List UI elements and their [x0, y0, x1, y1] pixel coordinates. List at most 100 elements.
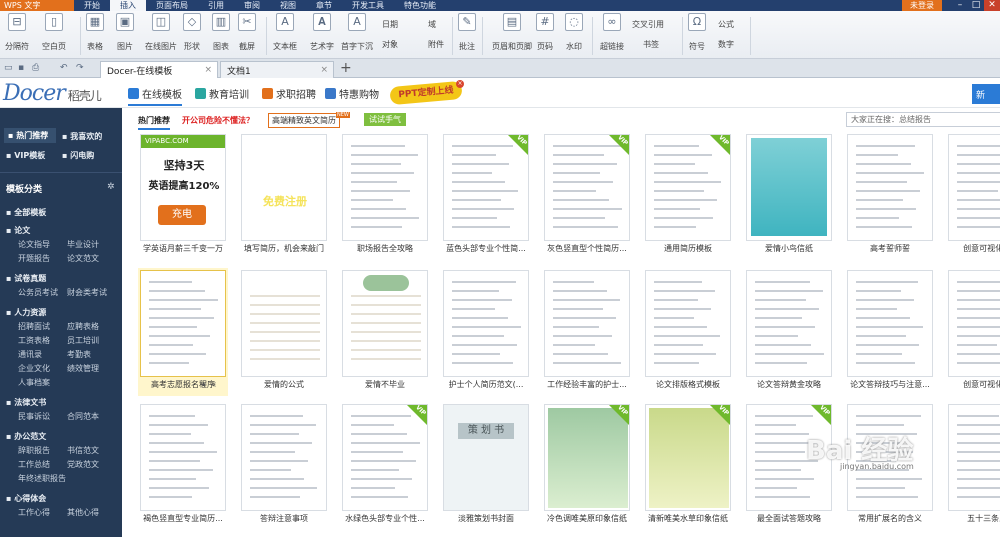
save-icon[interactable]: ▪ — [18, 63, 24, 73]
template-thumbnail[interactable] — [948, 404, 1000, 511]
template-card[interactable]: 创意可视化简... — [948, 270, 1000, 391]
field-button[interactable]: 域 — [428, 19, 436, 30]
sidebar-subitem[interactable]: 其他心得 — [67, 507, 99, 518]
picture-button[interactable]: ▣ 图片 — [116, 13, 134, 52]
template-card[interactable]: 高考誓师誓 — [847, 134, 933, 255]
template-card[interactable]: 论文答辩技巧与注意... — [847, 270, 933, 391]
template-thumbnail[interactable] — [948, 134, 1000, 241]
sidebar-group-title[interactable]: ▪ 办公范文 — [6, 431, 46, 442]
template-card[interactable]: VIP 冷色调唯美原印象信纸 — [544, 404, 630, 525]
template-title[interactable]: 爱情的公式 — [237, 379, 331, 390]
shapes-button[interactable]: ◇ 形状 — [183, 13, 201, 52]
template-card[interactable]: 职场报告全攻略 — [342, 134, 428, 255]
template-thumbnail[interactable] — [241, 270, 327, 377]
template-card[interactable]: 答辩注意事项 — [241, 404, 327, 525]
ppt-custom-badge[interactable]: PPT定制上线 — [389, 80, 463, 106]
tab-education[interactable]: 教育培训 — [195, 86, 249, 101]
template-thumbnail[interactable]: 抢好工作~ 免费注册 Go — [241, 134, 327, 241]
template-thumbnail[interactable]: VIP — [645, 134, 731, 241]
template-title[interactable]: 最全面试答题攻略 — [742, 513, 836, 524]
template-card[interactable]: VIP 蓝色头部专业个性简... — [443, 134, 529, 255]
hyperlink-button[interactable]: ∞ 超链接 — [600, 13, 624, 52]
tab-close-icon[interactable]: × — [204, 65, 212, 75]
template-title[interactable]: 填写简历，机会来敲门 — [237, 243, 331, 254]
tab-shopping[interactable]: 特惠购物 — [325, 86, 379, 101]
sidebar-subitem[interactable]: 工作总结 — [18, 459, 50, 470]
menu-tab-8[interactable]: 特色功能 — [394, 0, 446, 11]
template-thumbnail[interactable] — [847, 134, 933, 241]
date-button[interactable]: 日期 — [382, 19, 398, 30]
template-title[interactable]: 常用扩展名的含义 — [843, 513, 937, 524]
menu-tab-3[interactable]: 引用 — [198, 0, 234, 11]
wps-menu-button[interactable]: WPS 文字 — [0, 0, 74, 11]
formula-button[interactable]: 公式 — [718, 19, 734, 30]
sidebar-item-favorites[interactable]: ▪ 我喜欢的 — [62, 131, 102, 142]
template-thumbnail[interactable] — [342, 134, 428, 241]
template-title[interactable]: 高考誓师誓 — [843, 243, 937, 254]
menu-tab-5[interactable]: 视图 — [270, 0, 306, 11]
bookmark-button[interactable]: 书签 — [643, 39, 659, 50]
print-icon[interactable]: ⎙ — [32, 63, 39, 73]
template-card[interactable]: 工作经验丰富的护士... — [544, 270, 630, 391]
template-card[interactable]: 爱情的公式 — [241, 270, 327, 391]
sidebar-subitem[interactable]: 辞职报告 — [18, 445, 50, 456]
textbox-button[interactable]: A 文本框 — [273, 13, 297, 52]
menu-tab-6[interactable]: 章节 — [306, 0, 342, 11]
header-footer-button[interactable]: ▤ 页眉和页脚 — [492, 13, 532, 52]
template-title[interactable]: 五十三条人... — [944, 513, 1000, 524]
sidebar-group-title[interactable]: ▪ 人力资源 — [6, 307, 46, 318]
template-title[interactable]: 冷色调唯美原印象信纸 — [540, 513, 634, 524]
sidebar-subitem[interactable]: 论文指导 — [18, 239, 50, 250]
sidebar-subitem[interactable]: 绩效管理 — [67, 363, 99, 374]
folder-icon[interactable]: ▭ — [4, 63, 13, 73]
tab-docer[interactable]: Docer-在线模板 × — [100, 61, 218, 78]
sidebar-item-all[interactable]: ▪ 全部模板 — [6, 207, 46, 218]
template-title[interactable]: 通用简历模板 — [641, 243, 735, 254]
sidebar-subitem[interactable]: 应聘表格 — [67, 321, 99, 332]
tab-close-icon[interactable]: × — [320, 65, 328, 75]
template-title[interactable]: 蓝色头部专业个性简... — [439, 243, 533, 254]
template-title[interactable]: 创意可视化简... — [944, 379, 1000, 390]
template-thumbnail[interactable] — [746, 270, 832, 377]
sidebar-item-flash[interactable]: ▪ 闪电购 — [62, 150, 94, 161]
sidebar-group-title[interactable]: ▪ 心得体会 — [6, 493, 46, 504]
english-resume-link[interactable]: 高端精致英文简历 — [268, 113, 340, 128]
sidebar-subitem[interactable]: 年终述职报告 — [18, 473, 66, 484]
template-card[interactable]: VIP 灰色竖直型个性简历... — [544, 134, 630, 255]
hot-recommend-link[interactable]: 热门推荐 — [138, 115, 170, 130]
wordart-button[interactable]: 𝐀 艺术字 — [310, 13, 334, 52]
watermark-button[interactable]: ◌ 水印 — [565, 13, 583, 52]
template-title[interactable]: 答辩注意事项 — [237, 513, 331, 524]
share-icon[interactable]: ⋖ — [210, 380, 217, 389]
template-title[interactable]: 水绿色头部专业个性... — [338, 513, 432, 524]
sidebar-subitem[interactable]: 公务员考试 — [18, 287, 58, 298]
template-thumbnail[interactable] — [140, 270, 226, 377]
template-thumbnail[interactable]: VIP — [544, 134, 630, 241]
star-icon[interactable]: ★ — [200, 380, 207, 389]
table-button[interactable]: ▦ 表格 — [86, 13, 104, 52]
sidebar-subitem[interactable]: 工作心得 — [18, 507, 50, 518]
sidebar-subitem[interactable]: 党政范文 — [67, 459, 99, 470]
menu-tab-7[interactable]: 开发工具 — [342, 0, 394, 11]
sidebar-subitem[interactable]: 通讯录 — [18, 349, 42, 360]
sidebar-subitem[interactable]: 企业文化 — [18, 363, 50, 374]
template-title[interactable]: 褐色竖直型专业简历... — [136, 513, 230, 524]
template-card[interactable]: 褐色竖直型专业简历... — [140, 404, 226, 525]
template-card[interactable]: 论文排版格式模板 — [645, 270, 731, 391]
sidebar-subitem[interactable]: 毕业设计 — [67, 239, 99, 250]
template-title[interactable]: 护士个人简历范文(... — [439, 379, 533, 390]
maximize-icon[interactable]: □ — [968, 0, 984, 11]
screenshot-button[interactable]: ✂ 截屏 — [238, 13, 256, 52]
sidebar-item-vip[interactable]: ▪ VIP模板 — [6, 150, 45, 161]
template-card[interactable]: 抢好工作~ 免费注册 Go 填写简历，机会来敲门 — [241, 134, 327, 255]
template-title[interactable]: 淡雅策划书封面 — [439, 513, 533, 524]
sidebar-subitem[interactable]: 民事诉讼 — [18, 411, 50, 422]
gear-icon[interactable]: ✲ — [107, 182, 115, 192]
tab-doc1[interactable]: 文档1 × — [220, 61, 334, 78]
sidebar-subitem[interactable]: 财会类考试 — [67, 287, 107, 298]
template-thumbnail[interactable]: 策 划 书 — [443, 404, 529, 511]
login-button[interactable]: 未登录 — [902, 0, 942, 11]
blank-page-button[interactable]: ▯ 空白页 — [42, 13, 66, 52]
template-title[interactable]: 爱情不毕业 — [338, 379, 432, 390]
template-title[interactable]: 论文排版格式模板 — [641, 379, 735, 390]
